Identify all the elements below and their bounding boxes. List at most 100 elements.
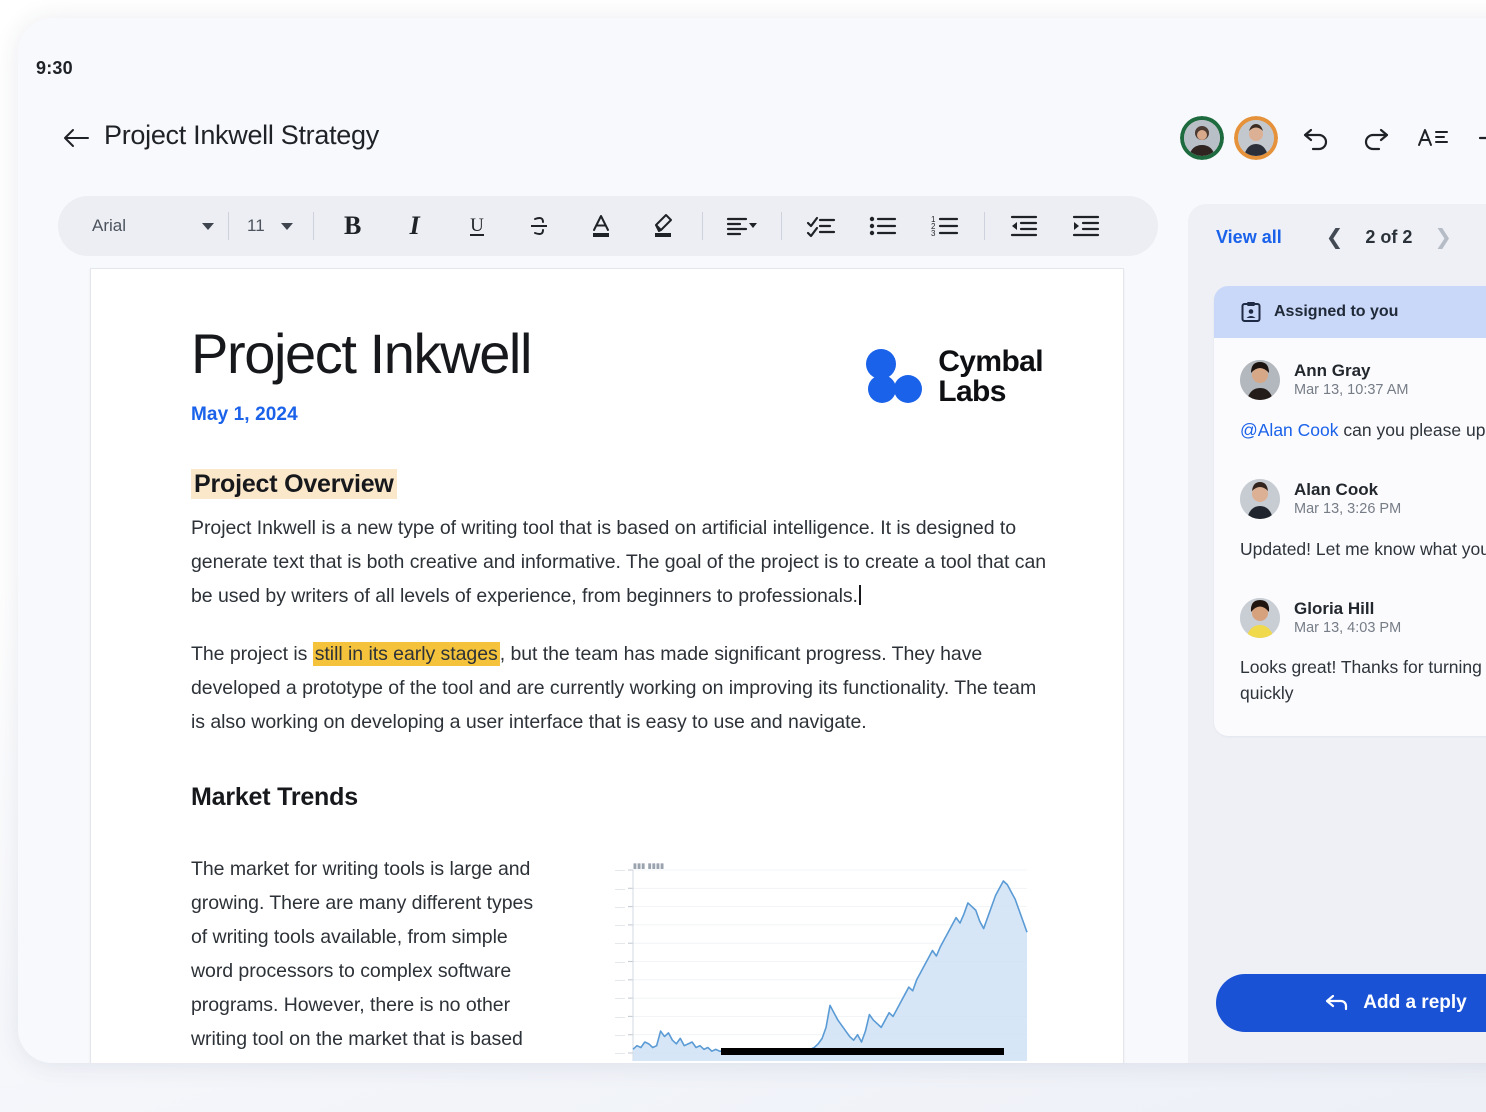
underline-button[interactable]: U bbox=[446, 204, 508, 248]
comment-thread[interactable]: Assigned to you Ann Gray M bbox=[1214, 286, 1486, 736]
comments-sidebar: View all ❮ 2 of 2 ❯ Assigned to you bbox=[1188, 204, 1486, 1063]
avatar bbox=[1240, 360, 1280, 400]
svg-text:——: —— bbox=[615, 1014, 625, 1020]
highlighted-text[interactable]: still in its early stages bbox=[313, 642, 500, 666]
numbered-list-icon: 1 2 3 bbox=[930, 213, 960, 239]
svg-text:——: —— bbox=[615, 959, 625, 965]
comment-author: Ann Gray bbox=[1294, 360, 1408, 381]
paragraph: The market for writing tools is large an… bbox=[191, 852, 547, 1056]
person-photo-icon bbox=[1184, 120, 1220, 156]
divider bbox=[781, 212, 782, 240]
strikethrough-icon bbox=[527, 213, 551, 239]
numbered-list-button[interactable]: 1 2 3 bbox=[914, 204, 976, 248]
chevron-right-icon[interactable]: ❯ bbox=[1434, 225, 1452, 250]
comment-counter: 2 of 2 bbox=[1365, 227, 1412, 248]
undo-button[interactable] bbox=[1288, 114, 1346, 162]
chart-annotation-bar bbox=[721, 1048, 1004, 1055]
comment-header: Alan Cook Mar 13, 3:26 PM bbox=[1240, 479, 1486, 520]
font-size-value: 11 bbox=[247, 216, 265, 236]
text-color-button[interactable] bbox=[570, 204, 632, 248]
chevron-left-icon[interactable]: ❮ bbox=[1326, 225, 1344, 250]
redo-icon bbox=[1360, 125, 1390, 151]
align-button[interactable] bbox=[711, 204, 773, 248]
document-page[interactable]: Cymbal Labs Project Inkwell May 1, 2024 … bbox=[90, 268, 1124, 1063]
redo-button[interactable] bbox=[1346, 114, 1404, 162]
status-bar: 9:30 bbox=[18, 18, 1486, 66]
strikethrough-button[interactable] bbox=[508, 204, 570, 248]
svg-text:——: —— bbox=[615, 978, 625, 984]
mention-link[interactable]: @Alan Cook bbox=[1240, 420, 1339, 440]
cymbal-logo-icon bbox=[866, 349, 922, 405]
person-photo-icon bbox=[1238, 120, 1274, 156]
comment-author-block: Ann Gray Mar 13, 10:37 AM bbox=[1294, 360, 1408, 401]
comment-item: Alan Cook Mar 13, 3:26 PM Updated! Let m… bbox=[1214, 453, 1486, 572]
section-market-trends: Market Trends The market for writing too… bbox=[191, 739, 1049, 1063]
bold-icon: B bbox=[344, 213, 361, 239]
divider bbox=[984, 212, 985, 240]
increase-indent-button[interactable] bbox=[1055, 204, 1117, 248]
svg-text:——: —— bbox=[615, 996, 625, 1002]
ann-gray-avatar-icon bbox=[1240, 360, 1280, 400]
comment-header: Ann Gray Mar 13, 10:37 AM bbox=[1240, 360, 1486, 401]
highlight-color-icon bbox=[650, 212, 676, 240]
chart-canvas: —————————————————————— bbox=[591, 848, 1031, 1063]
avatar[interactable] bbox=[1180, 116, 1224, 160]
device-frame: 9:30 Project Inkwell Strategy bbox=[18, 18, 1486, 1063]
avatar[interactable] bbox=[1234, 116, 1278, 160]
comment-timestamp: Mar 13, 3:26 PM bbox=[1294, 500, 1401, 520]
brand-line-1: Cymbal bbox=[938, 347, 1043, 377]
avatar bbox=[1240, 479, 1280, 519]
comment-author-block: Alan Cook Mar 13, 3:26 PM bbox=[1294, 479, 1401, 520]
svg-text:——: —— bbox=[615, 1032, 625, 1038]
bold-button[interactable]: B bbox=[322, 204, 384, 248]
back-button[interactable] bbox=[56, 118, 96, 158]
assigned-badge: Assigned to you bbox=[1214, 286, 1486, 338]
reply-icon bbox=[1325, 993, 1349, 1013]
reply-bar: Add a reply bbox=[1188, 948, 1486, 1063]
insert-button[interactable] bbox=[1462, 114, 1486, 162]
bulleted-list-icon bbox=[868, 213, 898, 239]
header-actions bbox=[1180, 114, 1486, 162]
avatar-photo bbox=[1238, 120, 1274, 156]
comment-timestamp: Mar 13, 10:37 AM bbox=[1294, 381, 1408, 401]
chart-title: ▮▮▮ ▮▮▮▮ bbox=[633, 862, 664, 870]
screen: 9:30 Project Inkwell Strategy bbox=[0, 0, 1486, 1112]
font-size-select[interactable]: 11 bbox=[237, 206, 299, 246]
divider bbox=[313, 212, 314, 240]
svg-text:——: —— bbox=[615, 1051, 625, 1057]
document-date: May 1, 2024 bbox=[191, 404, 1049, 426]
add-reply-button[interactable]: Add a reply bbox=[1216, 974, 1486, 1032]
italic-icon: I bbox=[410, 213, 420, 239]
highlight-color-button[interactable] bbox=[632, 204, 694, 248]
market-chart[interactable]: —————————————————————— ▮▮▮ ▮▮▮▮ bbox=[591, 848, 1031, 1063]
page-title[interactable]: Project Inkwell Strategy bbox=[104, 120, 379, 151]
divider bbox=[228, 212, 229, 240]
market-trends-chart-column: —————————————————————— ▮▮▮ ▮▮▮▮ bbox=[591, 842, 1049, 1063]
decrease-indent-button[interactable] bbox=[993, 204, 1055, 248]
decrease-indent-icon bbox=[1009, 213, 1039, 239]
comment-item: Ann Gray Mar 13, 10:37 AM @Alan Cook can… bbox=[1214, 338, 1486, 453]
italic-button[interactable]: I bbox=[384, 204, 446, 248]
bulleted-list-button[interactable] bbox=[852, 204, 914, 248]
document-header: Project Inkwell Strategy bbox=[18, 108, 1486, 180]
status-clock: 9:30 bbox=[36, 58, 73, 79]
svg-text:U: U bbox=[470, 215, 484, 236]
alan-cook-avatar-icon bbox=[1240, 479, 1280, 519]
font-family-select[interactable]: Arial bbox=[66, 206, 220, 246]
align-left-icon bbox=[725, 213, 759, 239]
avatar-photo bbox=[1184, 120, 1220, 156]
svg-text:——: —— bbox=[615, 923, 625, 929]
underline-icon: U bbox=[465, 213, 489, 239]
brand-name: Cymbal Labs bbox=[938, 347, 1043, 407]
market-trends-text-column: The market for writing tools is large an… bbox=[191, 842, 547, 1063]
view-all-link[interactable]: View all bbox=[1216, 227, 1282, 248]
checklist-button[interactable] bbox=[790, 204, 852, 248]
comment-text: can you please upd bbox=[1339, 420, 1486, 440]
svg-text:3: 3 bbox=[931, 229, 936, 238]
section-heading-text: Project Overview bbox=[191, 469, 397, 499]
paragraph: The project is still in its early stages… bbox=[191, 637, 1049, 739]
arrow-left-icon bbox=[63, 127, 89, 149]
divider bbox=[702, 212, 703, 240]
assignment-icon bbox=[1240, 301, 1262, 323]
text-format-button[interactable] bbox=[1404, 114, 1462, 162]
